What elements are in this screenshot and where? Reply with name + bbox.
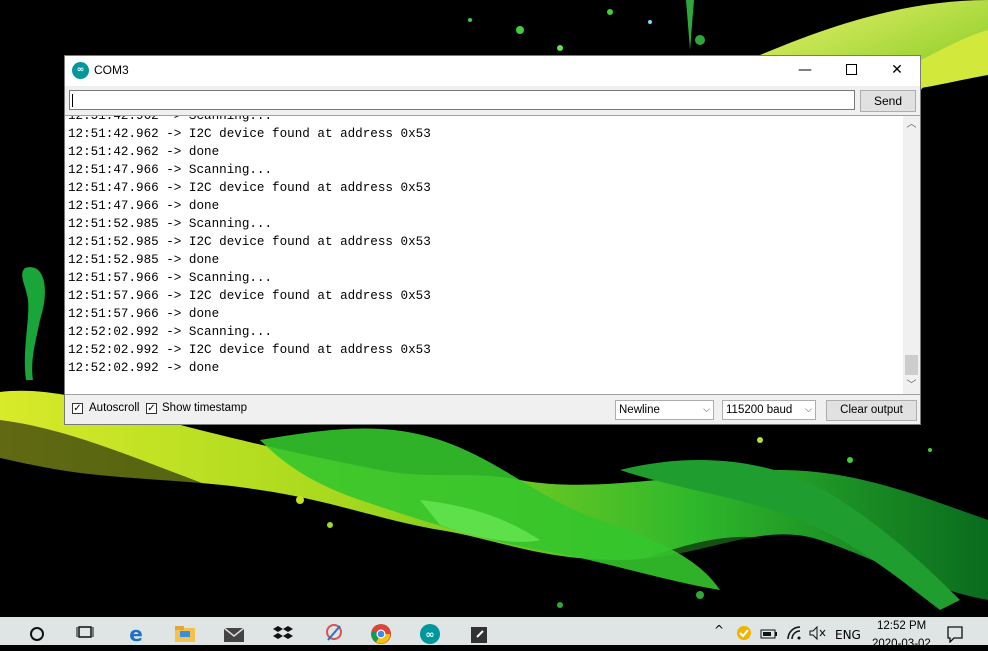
app-icon[interactable] [468,623,490,645]
output-line: 12:51:47.966 -> Scanning... [68,163,273,177]
output-line: 12:51:42.962 -> done [68,145,220,159]
dropbox-icon[interactable] [272,623,294,645]
output-line: 12:51:52.985 -> done [68,253,220,267]
svg-text:∞: ∞ [425,628,434,641]
maximize-icon [845,63,857,75]
show-hidden-icons-icon[interactable]: ^ [714,623,724,637]
wifi-icon[interactable] [786,625,804,641]
file-explorer-icon[interactable] [174,623,196,645]
chevron-down-icon: ⌵ [703,405,710,415]
volume-muted-icon[interactable] [808,625,826,641]
search-icon[interactable] [26,623,48,645]
output-line: 12:51:47.966 -> I2C device found at addr… [68,181,431,195]
output-line: 12:51:57.966 -> Scanning... [68,271,273,285]
chevron-down-icon: ⌵ [805,405,812,415]
chrome-icon[interactable] [370,623,392,645]
serial-input[interactable] [69,90,855,110]
send-button[interactable]: Send [860,90,916,112]
output-line: 12:52:02.992 -> I2C device found at addr… [68,343,431,357]
line-ending-value: Newline [619,404,660,416]
baud-value: 115200 baud [726,404,793,416]
snip-icon[interactable] [323,623,345,645]
clear-output-button[interactable]: Clear output [826,400,917,421]
output-lines: 12:51:42.962 -> Scanning... 12:51:42.962 … [68,115,898,377]
minimize-button[interactable]: — [782,56,828,86]
autoscroll-label: Autoscroll [89,402,140,414]
scroll-down-icon[interactable]: ﹀ [903,377,920,394]
battery-icon[interactable] [760,625,778,639]
mail-icon[interactable] [223,623,245,645]
autoscroll-checkbox[interactable]: ✓ [72,403,83,414]
send-row: Send [65,87,920,115]
title-bar[interactable]: ∞ COM3 — ✕ [65,56,920,86]
window-title: COM3 [94,63,129,77]
close-button[interactable]: ✕ [874,56,920,86]
output-line: 12:52:02.992 -> done [68,361,220,375]
edge-icon[interactable]: e [125,622,147,646]
text-caret [72,94,73,107]
output-line: 12:51:42.962 -> Scanning... [68,115,273,123]
output-line: 12:51:42.962 -> I2C device found at addr… [68,127,431,141]
clock-date[interactable]: 2020-03-02 [872,638,931,650]
output-line: 12:51:52.985 -> I2C device found at addr… [68,235,431,249]
bottom-toolbar: ✓ Autoscroll ✓ Show timestamp Newline ⌵ … [65,395,920,424]
timestamp-label: Show timestamp [162,402,248,414]
baud-select[interactable]: 115200 baud ⌵ [722,400,816,420]
line-ending-select[interactable]: Newline ⌵ [615,400,714,420]
task-view-icon[interactable] [74,623,96,645]
sync-status-icon[interactable] [736,625,752,641]
output-line: 12:51:57.966 -> I2C device found at addr… [68,289,431,303]
serial-output[interactable]: 12:51:42.962 -> Scanning... 12:51:42.962 … [65,115,920,395]
scroll-up-icon[interactable]: ︿ [903,116,920,133]
notifications-icon[interactable] [946,625,964,644]
arduino-icon[interactable]: ∞ [419,623,441,645]
taskbar: e ∞ ^ ENG 12:52 PM 2020-03-02 [0,617,988,650]
maximize-button[interactable] [828,56,874,86]
output-line: 12:51:52.985 -> Scanning... [68,217,273,231]
output-line: 12:51:47.966 -> done [68,199,220,213]
minimize-icon: — [798,62,812,78]
svg-text:e: e [129,623,143,645]
timestamp-checkbox[interactable]: ✓ [146,403,157,414]
vertical-scrollbar[interactable]: ︿ ﹀ [903,116,920,394]
close-icon: ✕ [891,62,903,78]
output-line: 12:51:57.966 -> done [68,307,220,321]
language-indicator[interactable]: ENG [835,628,861,642]
output-line: 12:52:02.992 -> Scanning... [68,325,273,339]
serial-monitor-window: ∞ COM3 — ✕ Send 12:51:42.962 -> Scanning… [64,55,921,425]
arduino-icon: ∞ [72,62,89,79]
scrollbar-thumb[interactable] [905,355,918,375]
clock-time[interactable]: 12:52 PM [877,620,926,632]
